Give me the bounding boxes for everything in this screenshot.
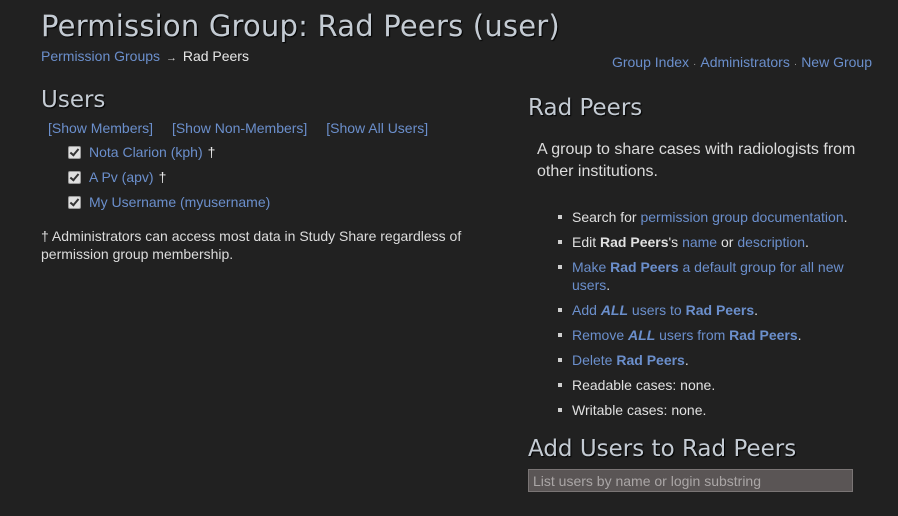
action-text: . (606, 277, 611, 293)
action-text: . (684, 352, 689, 368)
add-users-heading: Add Users to Rad Peers (528, 436, 797, 462)
group-name-bold: Rad Peers (616, 352, 685, 368)
action-text: . (843, 209, 848, 225)
action-item-delete: Delete Rad Peers. (558, 351, 872, 369)
group-description: A group to share cases with radiologists… (537, 141, 856, 180)
action-text: . (797, 327, 802, 343)
user-link[interactable]: Nota Clarion (kph) (89, 143, 203, 161)
admin-dagger-icon: † (207, 144, 216, 160)
user-link[interactable]: A Pv (apv) (89, 168, 154, 186)
nav-separator: · (693, 59, 697, 70)
delete-group-link[interactable]: Delete Rad Peers (572, 352, 685, 368)
user-search-input[interactable] (528, 469, 853, 492)
edit-name-link[interactable]: name (682, 234, 717, 250)
documentation-link[interactable]: permission group documentation (640, 209, 843, 225)
action-text: Search for (572, 209, 641, 225)
edit-description-link[interactable]: description (737, 234, 805, 250)
make-default-link[interactable]: Make Rad Peers a default group for all n… (572, 259, 844, 293)
new-group-link[interactable]: New Group (801, 54, 872, 70)
show-non-members-link[interactable]: [Show Non-Members] (172, 120, 307, 136)
readable-cases: Readable cases: none. (558, 376, 872, 394)
all-emphasis: ALL (628, 327, 656, 343)
group-name-bold: Rad Peers (610, 259, 679, 275)
top-nav: Group Index · Administrators · New Group (612, 54, 872, 70)
admin-note: † Administrators can access most data in… (41, 228, 462, 262)
link-text: users from (655, 327, 730, 343)
breadcrumb-permission-groups-link[interactable]: Permission Groups (41, 48, 160, 64)
action-item-edit: Edit Rad Peers's name or description. (558, 233, 872, 251)
group-action-list: Search for permission group documentatio… (558, 208, 872, 426)
action-text: . (805, 234, 809, 250)
administrators-link[interactable]: Administrators (700, 54, 789, 70)
action-item-remove-all: Remove ALL users from Rad Peers. (558, 326, 872, 344)
user-filter-links: [Show Members] [Show Non-Members] [Show … (48, 120, 443, 136)
writable-cases: Writable cases: none. (558, 401, 872, 419)
breadcrumb-arrow-icon: → (165, 52, 177, 64)
user-list-item: My Username (myusername) (68, 193, 270, 218)
users-heading: Users (41, 87, 106, 113)
page-title: Permission Group: Rad Peers (user) (41, 9, 560, 43)
user-list: Nota Clarion (kph) † A Pv (apv) † My Use… (68, 143, 270, 218)
link-text: Remove (572, 327, 629, 343)
remove-all-users-link[interactable]: Remove ALL users from Rad Peers (572, 327, 798, 343)
link-text: Add (572, 302, 601, 318)
add-all-users-link[interactable]: Add ALL users to Rad Peers (572, 302, 754, 318)
link-text: users to (628, 302, 686, 318)
group-name-bold: Rad Peers (685, 302, 755, 318)
member-checkbox[interactable] (68, 146, 81, 159)
member-checkbox[interactable] (68, 196, 81, 209)
group-name-bold: Rad Peers (600, 234, 669, 250)
action-text: Edit (572, 234, 601, 250)
breadcrumb-current: Rad Peers (182, 48, 249, 64)
link-text: Delete (572, 352, 617, 368)
group-name-heading: Rad Peers (528, 95, 643, 121)
action-item-make-default: Make Rad Peers a default group for all n… (558, 258, 872, 294)
user-list-item: Nota Clarion (kph) † (68, 143, 270, 168)
user-list-item: A Pv (apv) † (68, 168, 270, 193)
nav-separator: · (793, 59, 798, 70)
action-text: 's (668, 234, 683, 250)
group-name-bold: Rad Peers (729, 327, 798, 343)
show-members-link[interactable]: [Show Members] (48, 120, 153, 136)
action-item-add-all: Add ALL users to Rad Peers. (558, 301, 872, 319)
action-text: or (717, 234, 738, 250)
admin-dagger-icon: † (158, 169, 167, 185)
link-text: Make (572, 259, 611, 275)
member-checkbox[interactable] (68, 171, 81, 184)
group-index-link[interactable]: Group Index (612, 54, 689, 70)
all-emphasis: ALL (600, 302, 629, 318)
show-all-users-link[interactable]: [Show All Users] (326, 120, 428, 136)
breadcrumb: Permission Groups → Rad Peers (41, 48, 249, 64)
action-text: . (754, 302, 758, 318)
action-item-search-docs: Search for permission group documentatio… (558, 208, 872, 226)
user-link[interactable]: My Username (myusername) (89, 193, 270, 211)
